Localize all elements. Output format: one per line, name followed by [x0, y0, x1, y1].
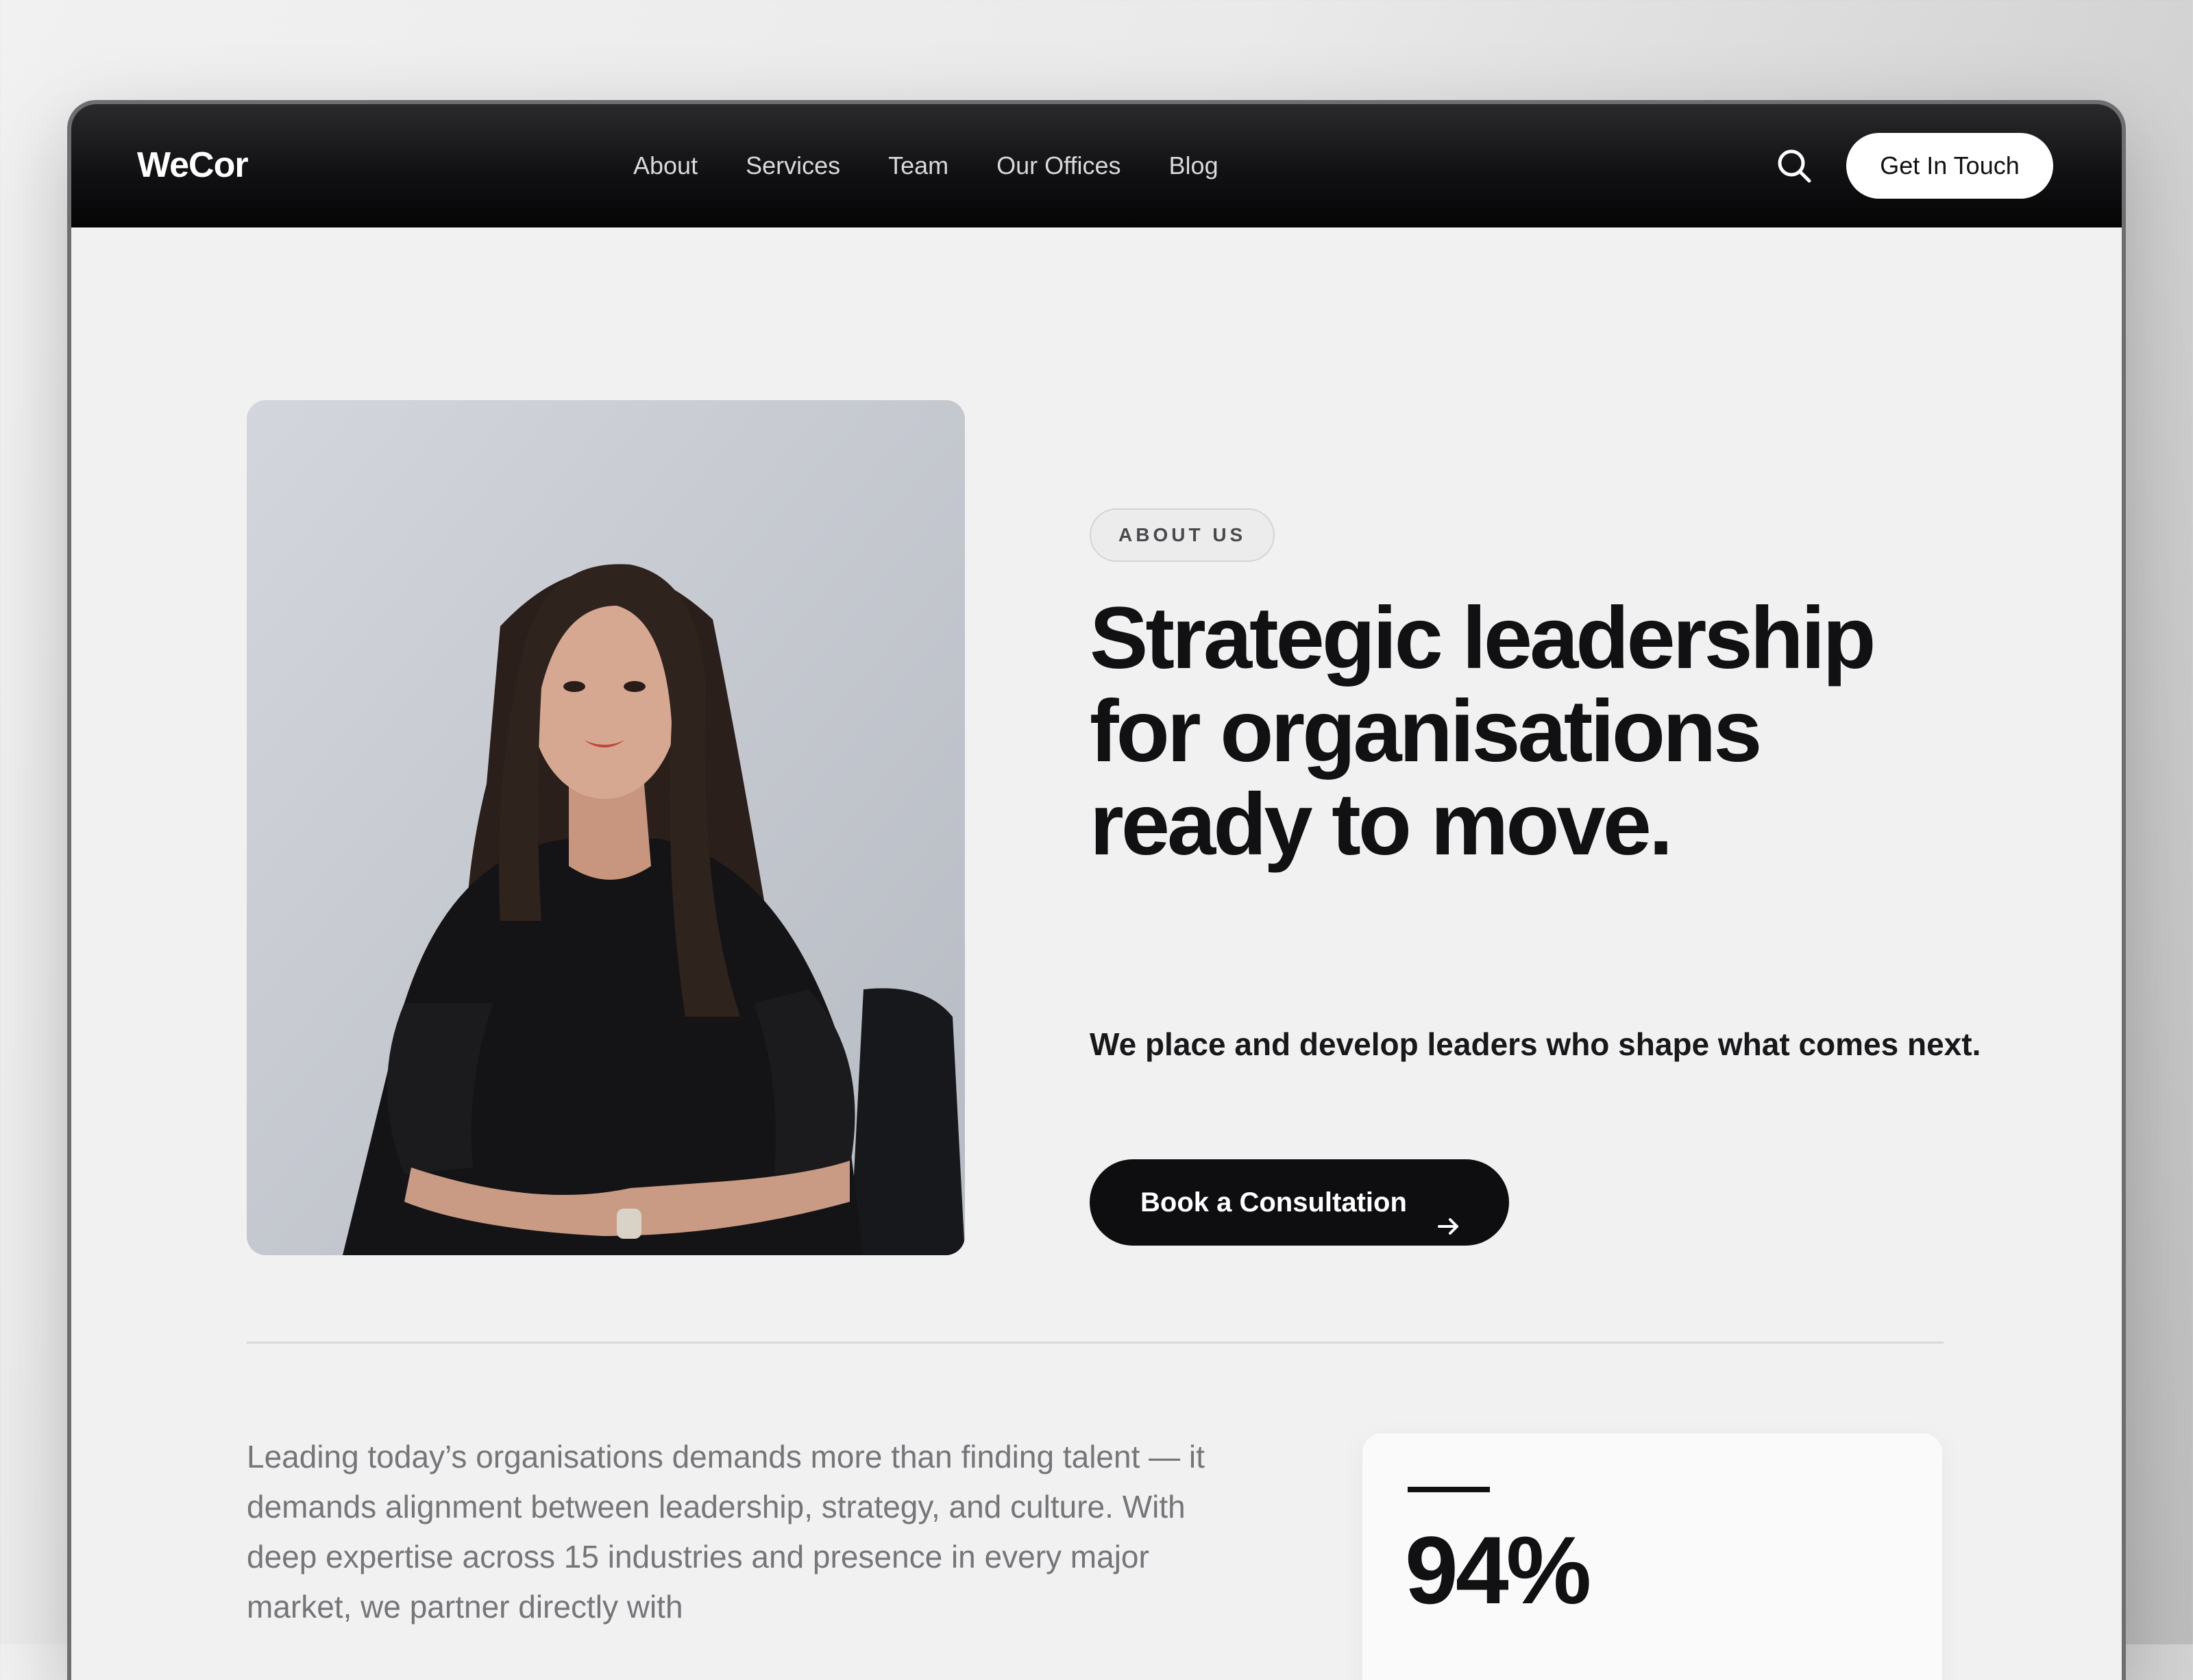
headline-line: Strategic leadership: [1090, 589, 1876, 687]
about-us-eyebrow-badge: ABOUT US: [1090, 508, 1275, 562]
top-navigation: WeCor About Services Team Our Offices Bl…: [71, 104, 2122, 227]
headline-line: ready to move.: [1090, 776, 1673, 874]
stat-card: 94%: [1362, 1433, 1942, 1680]
get-in-touch-button[interactable]: Get In Touch: [1846, 133, 2053, 199]
nav-link-team[interactable]: Team: [888, 144, 948, 188]
arrow-right-icon: [1435, 1188, 1462, 1235]
section-divider: [247, 1342, 1944, 1344]
about-body-text: Leading today’s organisations demands mo…: [247, 1439, 1205, 1625]
hero-portrait-photo: [247, 400, 965, 1255]
browser-window: WeCor About Services Team Our Offices Bl…: [71, 104, 2122, 1680]
brand-logo[interactable]: WeCor: [137, 141, 249, 189]
headline-line: for organisations: [1090, 682, 1762, 780]
search-icon[interactable]: [1774, 145, 1815, 186]
book-consultation-button[interactable]: Book a Consultation: [1090, 1159, 1509, 1246]
nav-link-services[interactable]: Services: [746, 144, 840, 188]
nav-links: About Services Team Our Offices Blog: [633, 144, 1266, 188]
hero-subheading: We place and develop leaders who shape w…: [1090, 1026, 1981, 1062]
hero-headline: Strategic leadership for organisations r…: [1090, 592, 2049, 872]
stat-value: 94%: [1405, 1516, 1591, 1624]
nav-link-our-offices[interactable]: Our Offices: [996, 144, 1120, 188]
nav-link-about[interactable]: About: [633, 144, 698, 188]
nav-link-blog[interactable]: Blog: [1169, 144, 1218, 188]
book-consultation-label: Book a Consultation: [1140, 1187, 1407, 1218]
stat-accent-bar: [1408, 1487, 1490, 1492]
